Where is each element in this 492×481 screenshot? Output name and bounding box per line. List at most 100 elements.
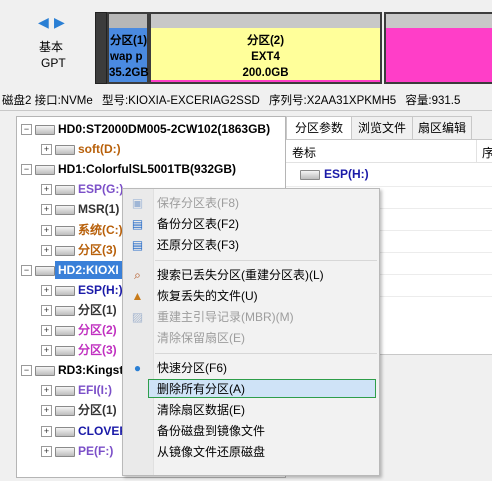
drive-icon <box>55 205 75 216</box>
partition-2-size: 200.0GB <box>242 67 289 79</box>
menu-separator <box>155 353 377 354</box>
backup-icon: ▤ <box>131 217 144 231</box>
drive-icon <box>55 285 75 296</box>
restore-icon: ▤ <box>131 238 144 252</box>
context-menu: ▣ 保存分区表(F8) ▤ 备份分区表(F2) ▤ 还原分区表(F3) ⌕ 搜索已丢失分区(重… <box>122 188 380 476</box>
search-icon: ⌕ <box>134 268 141 282</box>
table-header: 卷标 序 <box>286 140 492 163</box>
tree-item-label: HD0:ST2000DM005-2CW102(1863GB) <box>58 122 271 136</box>
drive-icon <box>55 245 75 256</box>
next-disk-icon[interactable]: ▶ <box>54 14 65 31</box>
tab-partition-params[interactable]: 分区参数 <box>286 116 352 140</box>
drive-icon <box>55 386 75 397</box>
row-label: ESP(H:) <box>324 167 369 181</box>
expand-icon[interactable]: + <box>41 445 52 457</box>
disk-serial: 序列号:X2AA31XPKMH5 <box>269 95 397 107</box>
menu-item-label: 从镜像文件还原磁盘 <box>157 445 266 459</box>
drive-icon <box>55 326 75 336</box>
table-row[interactable]: ESP(H:) <box>286 164 492 184</box>
partition-block-3[interactable] <box>384 12 492 84</box>
tree-item-label: soft(D:) <box>78 142 121 157</box>
expand-icon[interactable]: + <box>41 204 52 216</box>
collapse-icon[interactable]: − <box>21 124 32 135</box>
expand-icon[interactable]: + <box>41 345 52 357</box>
disk-capacity: 容量:931.5 <box>405 95 461 107</box>
disk-style-subtitle: GPT <box>41 56 66 70</box>
menu-item: ▨ 重建主引导记录(MBR)(M) <box>123 307 379 328</box>
toolbar-area: ◀ ▶ 基本 GPT 分区(1) wap p 35.2GB 分区(2) EXT4… <box>0 0 492 92</box>
expand-icon[interactable]: + <box>41 244 52 256</box>
expand-icon[interactable]: + <box>41 224 52 236</box>
disk-icon <box>35 366 55 377</box>
tree-item-label: 分区(1) <box>78 302 117 317</box>
menu-item-label: 删除所有分区(A) <box>157 382 245 396</box>
menu-item-label: 备份分区表(F2) <box>157 217 239 231</box>
disk-interface: 磁盘2 接口:NVMe <box>2 95 93 107</box>
column-header-label: 卷标 <box>292 146 317 160</box>
tree-partition-item[interactable]: + soft(D:) <box>17 139 283 159</box>
partition-1-fs: wap p <box>110 51 143 63</box>
tree-disk-item[interactable]: − HD0:ST2000DM005-2CW102(1863GB) <box>17 119 283 139</box>
menu-item[interactable]: ● 快速分区(F6) <box>123 358 379 379</box>
tree-item-label: 分区(1) <box>78 403 117 418</box>
tab-sector-edit[interactable]: 扇区编辑 <box>412 116 472 139</box>
menu-item[interactable]: ▤ 备份分区表(F2) <box>123 214 379 235</box>
partition-block-1[interactable]: 分区(1) wap p 35.2GB <box>107 12 149 84</box>
disk-style-title: 基本 <box>39 40 64 54</box>
menu-item[interactable]: 删除所有分区(A) <box>123 379 379 400</box>
tree-item-label: ESP(G:) <box>78 182 124 197</box>
tree-item-label: ESP(H:) <box>78 282 123 297</box>
tree-item-label: 分区(3) <box>78 343 117 358</box>
tree-item-label: CLOVER <box>78 423 129 438</box>
tree-item-label: EFI(I:) <box>78 383 112 398</box>
menu-separator <box>155 260 377 261</box>
expand-icon[interactable]: + <box>41 304 52 316</box>
menu-item[interactable]: ▲ 恢复丢失的文件(U) <box>123 286 379 307</box>
disk-model: 型号:KIOXIA-EXCERIAG2SSD <box>101 95 260 107</box>
partition-block-esp[interactable] <box>95 12 107 84</box>
tab-browse-files[interactable]: 浏览文件 <box>351 116 413 139</box>
expand-icon[interactable]: + <box>41 284 52 296</box>
drive-icon <box>300 170 320 180</box>
menu-item-label: 快速分区(F6) <box>157 361 227 375</box>
tree-item-label: 分区(2) <box>78 323 117 337</box>
drive-icon <box>55 406 75 417</box>
menu-item[interactable]: ⌕ 搜索已丢失分区(重建分区表)(L) <box>123 265 379 286</box>
drive-icon <box>55 225 75 236</box>
menu-item[interactable]: 从镜像文件还原磁盘 <box>123 442 379 463</box>
menu-item-label: 还原分区表(F3) <box>157 238 239 252</box>
tree-item-label: HD1:ColorfulSL5001TB(932GB) <box>58 162 237 177</box>
disk-icon <box>35 265 55 276</box>
tree-item-label: HD2:KIOXI <box>58 262 119 277</box>
expand-icon[interactable]: + <box>41 144 52 156</box>
mbr-icon: ▨ <box>131 310 144 324</box>
expand-icon[interactable]: + <box>41 184 52 196</box>
disk-icon <box>35 165 55 176</box>
menu-item: 清除保留扇区(E) <box>123 328 379 349</box>
drive-icon <box>55 346 75 357</box>
drive-icon <box>55 305 75 316</box>
save-icon: ▣ <box>131 196 144 210</box>
expand-icon[interactable]: + <box>41 325 52 336</box>
expand-icon[interactable]: + <box>41 385 52 397</box>
disk-info-bar: 磁盘2 接口:NVMe 型号:KIOXIA-EXCERIAG2SSD 序列号:X… <box>0 92 492 111</box>
tree-item-label: PE(F:) <box>78 443 114 458</box>
menu-item: ▣ 保存分区表(F8) <box>123 193 379 214</box>
expand-icon[interactable]: + <box>41 405 52 417</box>
menu-item-label: 保存分区表(F8) <box>157 196 239 210</box>
menu-item[interactable]: 清除扇区数据(E) <box>123 400 379 421</box>
menu-item[interactable]: 备份磁盘到镜像文件 <box>123 421 379 442</box>
partition-2-name: 分区(2) <box>246 35 285 47</box>
collapse-icon[interactable]: − <box>21 164 32 176</box>
menu-item-label: 恢复丢失的文件(U) <box>157 289 258 303</box>
collapse-icon[interactable]: − <box>21 365 32 377</box>
expand-icon[interactable]: + <box>41 425 52 437</box>
tree-disk-item[interactable]: − HD1:ColorfulSL5001TB(932GB) <box>17 159 283 179</box>
tree-item-label: MSR(1) <box>78 202 120 217</box>
column-header-next: 序 <box>482 146 492 160</box>
collapse-icon[interactable]: − <box>21 264 32 276</box>
prev-disk-icon[interactable]: ◀ <box>38 14 49 31</box>
partition-block-2[interactable]: 分区(2) EXT4 200.0GB <box>149 12 382 84</box>
tree-item-label: 分区(3) <box>78 242 117 257</box>
menu-item[interactable]: ▤ 还原分区表(F3) <box>123 235 379 256</box>
